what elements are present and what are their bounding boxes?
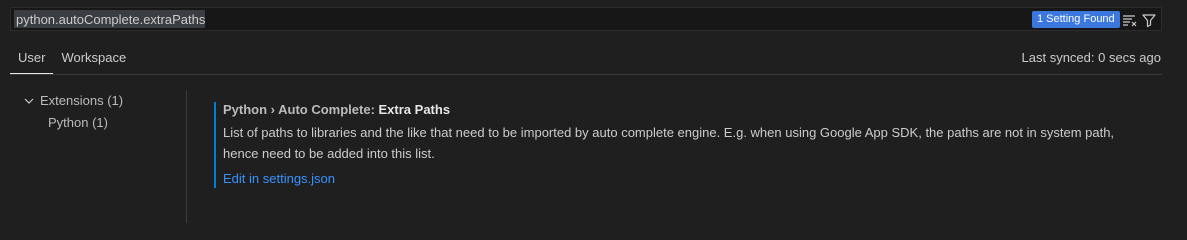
toc-divider [186, 90, 187, 223]
setting-description: List of paths to libraries and the like … [223, 125, 1115, 161]
settings-search-input[interactable] [16, 11, 1016, 28]
edit-in-settings-json-link[interactable]: Edit in settings.json [223, 169, 1163, 189]
setting-item: Python › Auto Complete: Extra Paths List… [214, 100, 1163, 189]
sync-status: Last synced: 0 secs ago [1021, 50, 1161, 65]
settings-search-bar: 1 Setting Found [10, 7, 1162, 31]
settings-toc: Extensions (1) Python (1) [22, 90, 182, 134]
tab-user[interactable]: User [10, 42, 54, 74]
setting-category: Python › Auto Complete: [223, 102, 379, 117]
chevron-down-icon [22, 94, 36, 108]
toc-item-extensions[interactable]: Extensions (1) [22, 90, 182, 112]
tab-workspace[interactable]: Workspace [53, 42, 134, 74]
setting-title: Python › Auto Complete: Extra Paths [223, 100, 1163, 120]
tabs-divider [10, 74, 1162, 75]
toc-item-python[interactable]: Python (1) [22, 112, 182, 134]
setting-focus-indicator [214, 102, 216, 188]
toc-item-label: Python (1) [48, 115, 108, 130]
result-count-badge: 1 Setting Found [1032, 11, 1120, 28]
clear-filter-icon[interactable] [1120, 11, 1138, 29]
settings-scope-tabs: User Workspace [10, 42, 134, 74]
setting-name: Extra Paths [378, 102, 451, 117]
toc-item-label: Extensions (1) [40, 93, 124, 108]
settings-editor: 1 Setting Found User Workspace Last sync… [0, 0, 1187, 223]
filter-icon[interactable] [1140, 11, 1158, 29]
